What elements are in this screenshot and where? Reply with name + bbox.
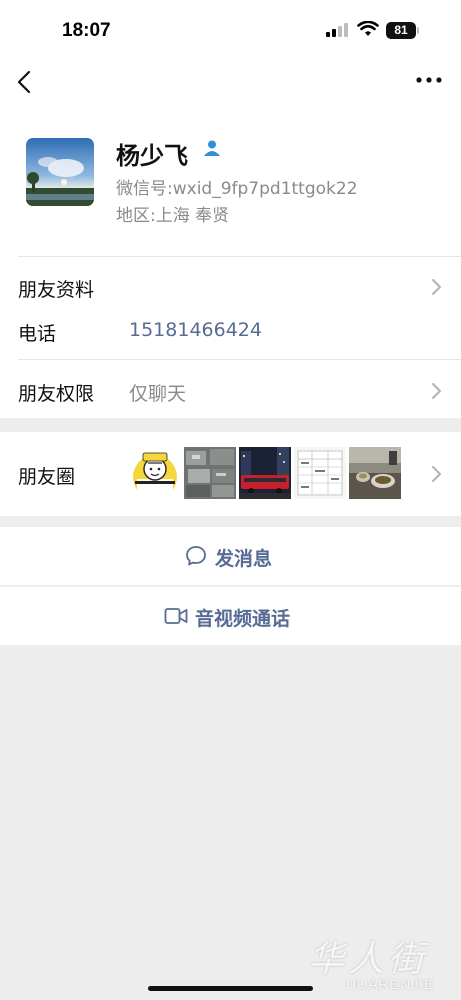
wxid-label: 微信号:: [116, 179, 173, 199]
battery-cap: [417, 27, 419, 34]
watermark-latin: HUARENJIE: [346, 976, 435, 992]
back-arrow-icon[interactable]: [14, 70, 38, 94]
signal-icon: [326, 23, 348, 37]
chat-bubble-icon: [186, 546, 206, 566]
region-row: 地区:上海 奉贤: [116, 201, 229, 226]
more-options-icon[interactable]: [415, 72, 443, 88]
wxid-row: 微信号:wxid_9fp7pd1ttgok22: [116, 174, 358, 199]
permissions-value: 仅聊天: [129, 383, 187, 405]
info-list: 朋友资料 电话 15181466424 朋友权限 仅聊天: [0, 256, 461, 418]
battery-icon: 81: [386, 22, 416, 39]
home-indicator[interactable]: [148, 986, 313, 991]
video-call-button[interactable]: 音视频通话: [0, 587, 461, 645]
watermark-logo: 华人街 HUARENJIE: [298, 930, 460, 996]
chevron-right-icon: [432, 383, 441, 399]
moments-thumbnail: [184, 447, 236, 499]
wxid-value: wxid_9fp7pd1ttgok22: [172, 179, 358, 199]
nav-bar: [0, 60, 461, 116]
wifi-icon: [357, 21, 379, 36]
moments-thumbnail: [239, 447, 291, 499]
send-message-button[interactable]: 发消息: [0, 527, 461, 585]
video-call-label: 音视频通话: [195, 608, 291, 630]
send-message-label: 发消息: [215, 548, 273, 570]
phone-row[interactable]: 电话 15181466424: [0, 306, 461, 356]
avatar[interactable]: [26, 138, 94, 206]
moments-thumbnail: [349, 447, 401, 499]
region-label: 地区:: [116, 206, 156, 226]
video-camera-icon: [164, 608, 188, 624]
moments-section[interactable]: 朋友圈: [0, 432, 461, 516]
profile-header: 杨少飞 微信号:wxid_9fp7pd1ttgok22 地区:上海 奉贤: [0, 116, 461, 256]
moments-thumbnail: [294, 447, 346, 499]
friend-info-label: 朋友资料: [18, 279, 95, 301]
contact-name: 杨少飞: [116, 142, 188, 170]
phone-number-link[interactable]: 15181466424: [129, 319, 262, 341]
chevron-right-icon: [432, 466, 441, 482]
contact-person-icon: [204, 140, 220, 156]
phone-label: 电话: [18, 323, 57, 345]
moments-thumbnail: [129, 447, 181, 499]
status-bar: 18:07 81: [0, 0, 461, 60]
permissions-label: 朋友权限: [18, 383, 95, 405]
moments-label: 朋友圈: [18, 466, 76, 488]
permissions-row[interactable]: 朋友权限 仅聊天: [0, 360, 461, 418]
status-time: 18:07: [62, 20, 111, 41]
watermark-chinese: 华人街: [308, 939, 429, 980]
region-value: 上海 奉贤: [155, 206, 230, 226]
chevron-right-icon: [432, 279, 441, 295]
